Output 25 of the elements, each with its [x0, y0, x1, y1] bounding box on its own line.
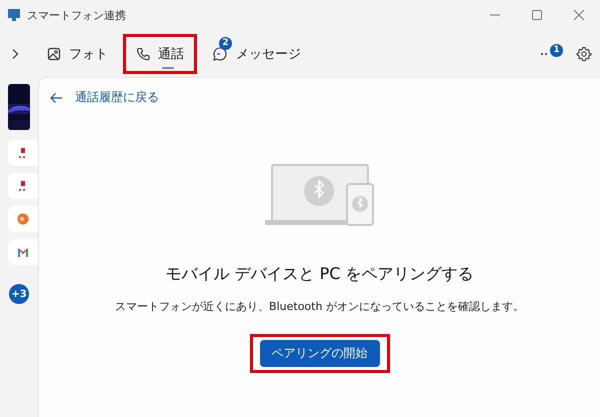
more-apps-badge[interactable]: +3 — [9, 284, 29, 304]
app-tile[interactable] — [8, 173, 38, 199]
app-tile[interactable] — [8, 206, 38, 232]
photo-icon — [47, 46, 61, 60]
tab[interactable]: 通話 — [127, 38, 193, 68]
back-link[interactable]: 通話履歴に戻る — [75, 89, 159, 106]
more-icon[interactable] — [540, 52, 550, 56]
tab[interactable]: フォト — [38, 38, 117, 68]
notification-badge: 1 — [550, 44, 563, 56]
window-title: スマートフォン連携 — [27, 8, 127, 22]
back-arrow-icon[interactable] — [49, 92, 63, 104]
app-tile[interactable] — [8, 239, 38, 265]
app-icon — [7, 8, 21, 22]
app-icon — [17, 246, 29, 258]
settings-icon[interactable] — [576, 46, 592, 62]
heading: モバイル デバイスと PC をペアリングする — [165, 264, 474, 285]
message-icon — [212, 46, 228, 62]
tab[interactable]: 2 メッセージ — [203, 38, 310, 68]
start-pairing-button[interactable]: ペアリングの開始 — [260, 340, 380, 367]
instruction-text: スマートフォンが近くにあり、Bluetooth がオンになっていることを確認します。 — [115, 299, 524, 314]
app-icon — [17, 213, 29, 225]
app-tile[interactable] — [8, 140, 38, 166]
expand-chevron-icon[interactable] — [10, 48, 20, 60]
notification-badge: 2 — [219, 36, 232, 50]
phone-icon — [136, 46, 150, 60]
